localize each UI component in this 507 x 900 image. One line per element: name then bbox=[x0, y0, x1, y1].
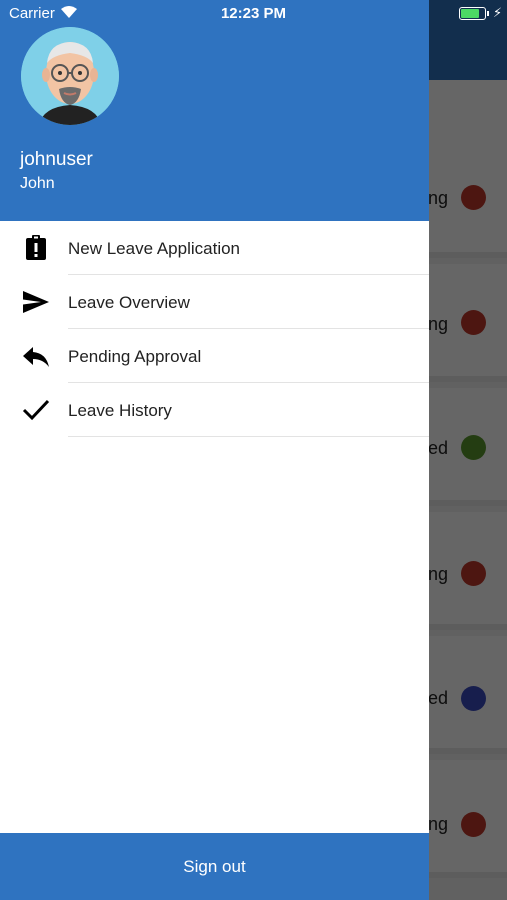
menu-item-new-leave-application[interactable]: New Leave Application bbox=[0, 221, 429, 275]
clipboard-alert-icon bbox=[26, 235, 46, 260]
menu-item-leave-overview[interactable]: Leave Overview bbox=[0, 275, 429, 329]
divider bbox=[68, 436, 429, 437]
send-icon bbox=[23, 291, 49, 313]
status-bar: Carrier 12:23 PM ⚡ bbox=[0, 0, 507, 28]
menu-item-label: Leave History bbox=[68, 401, 172, 420]
drawer-header: johnuser John bbox=[0, 0, 429, 221]
username: johnuser bbox=[20, 149, 93, 170]
avatar-face-icon bbox=[21, 27, 119, 125]
menu-item-label: New Leave Application bbox=[68, 239, 241, 258]
battery-level bbox=[461, 9, 479, 18]
display-name: John bbox=[20, 175, 55, 192]
menu-item-label: Pending Approval bbox=[68, 347, 202, 366]
navigation-drawer: johnuser John New Leave Application Leav… bbox=[0, 0, 429, 900]
menu-item-pending-approval[interactable]: Pending Approval bbox=[0, 329, 429, 383]
clock: 12:23 PM bbox=[220, 5, 287, 22]
sign-out-button[interactable]: Sign out bbox=[0, 833, 429, 900]
menu-item-label: Leave Overview bbox=[68, 293, 190, 312]
battery-nub bbox=[487, 11, 489, 16]
drawer-menu: New Leave Application Leave Overview Pen… bbox=[0, 221, 429, 437]
reply-icon bbox=[23, 347, 49, 367]
battery-icon bbox=[459, 7, 486, 20]
avatar[interactable] bbox=[21, 27, 119, 125]
charging-icon: ⚡ bbox=[493, 5, 503, 20]
menu-item-leave-history[interactable]: Leave History bbox=[0, 383, 429, 437]
check-icon bbox=[22, 399, 50, 421]
